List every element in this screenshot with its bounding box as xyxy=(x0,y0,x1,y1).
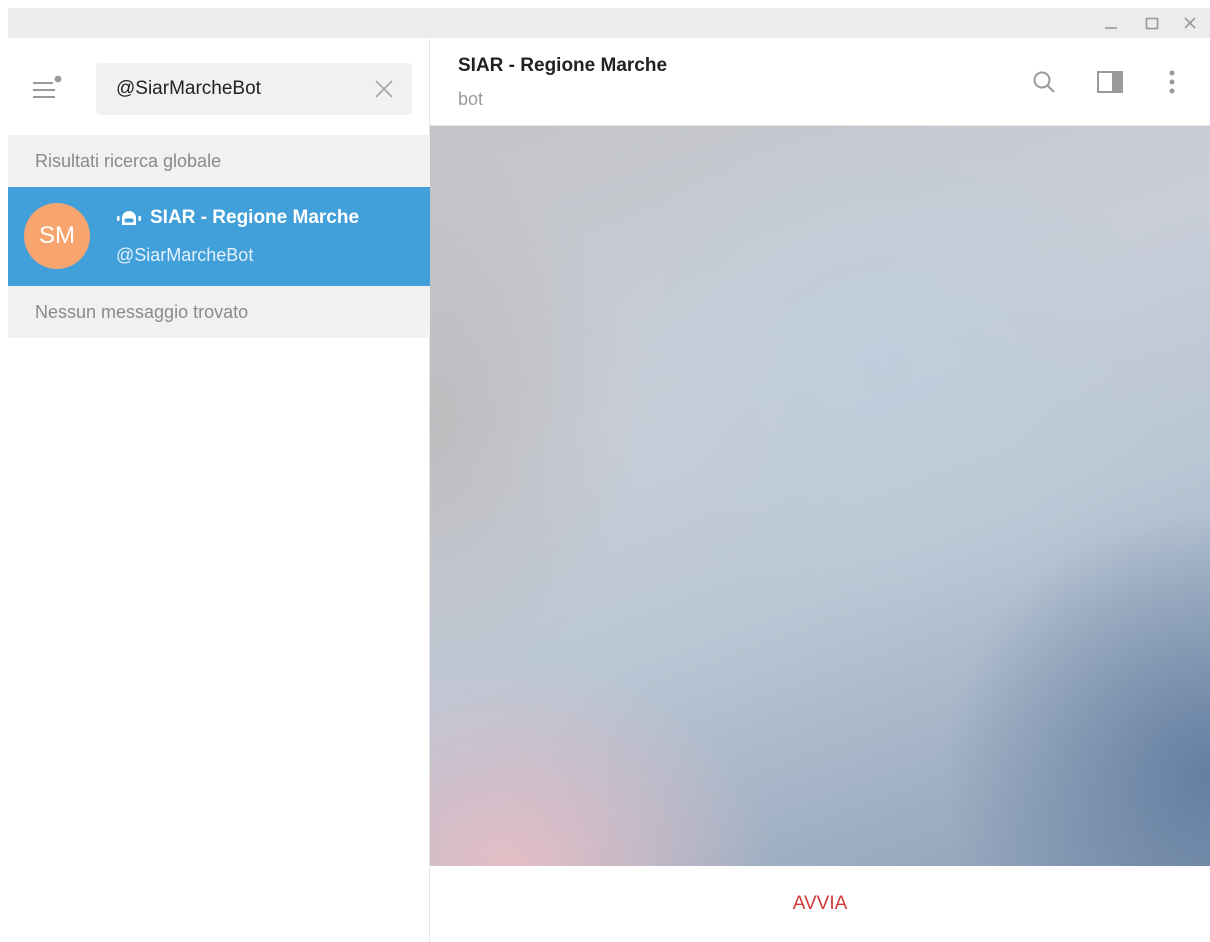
search-result-item[interactable]: SM SIAR - Regione Marche @SiarMarcheBot xyxy=(8,187,430,286)
search-box xyxy=(96,63,412,115)
search-icon[interactable] xyxy=(1028,66,1060,98)
chat-title[interactable]: SIAR - Regione Marche xyxy=(458,55,667,77)
bot-icon xyxy=(117,211,141,225)
no-messages-header: Nessun messaggio trovato xyxy=(8,286,430,338)
more-vertical-icon[interactable] xyxy=(1156,66,1188,98)
avatar-initials: SM xyxy=(39,222,75,249)
chat-status: bot xyxy=(458,89,484,109)
no-messages-label: Nessun messaggio trovato xyxy=(35,301,249,322)
start-button[interactable]: AVVIA xyxy=(430,866,1210,942)
sidebar: Risultati ricerca globale SM SIAR - Regi… xyxy=(8,38,430,942)
avatar: SM xyxy=(24,203,90,269)
close-icon[interactable] xyxy=(374,79,394,99)
chat-header: SIAR - Regione Marche bot xyxy=(430,38,1210,126)
hamburger-menu-icon[interactable] xyxy=(33,74,73,104)
minimize-icon[interactable] xyxy=(1096,8,1126,38)
result-title: SIAR - Regione Marche xyxy=(116,205,359,231)
chat-panel: SIAR - Regione Marche bot AVVIA xyxy=(430,38,1210,942)
search-input[interactable] xyxy=(116,63,366,115)
start-button-label: AVVIA xyxy=(792,893,848,914)
close-icon[interactable] xyxy=(1175,8,1205,38)
chat-background xyxy=(430,126,1210,866)
global-results-label: Risultati ricerca globale xyxy=(35,150,222,171)
result-username: @SiarMarcheBot xyxy=(116,245,254,265)
maximize-icon[interactable] xyxy=(1137,8,1167,38)
result-title-text: SIAR - Regione Marche xyxy=(150,207,360,228)
title-bar xyxy=(8,8,1210,38)
telegram-window: Risultati ricerca globale SM SIAR - Regi… xyxy=(8,8,1210,942)
side-panel-icon[interactable] xyxy=(1094,66,1126,98)
global-results-header: Risultati ricerca globale xyxy=(8,135,430,187)
